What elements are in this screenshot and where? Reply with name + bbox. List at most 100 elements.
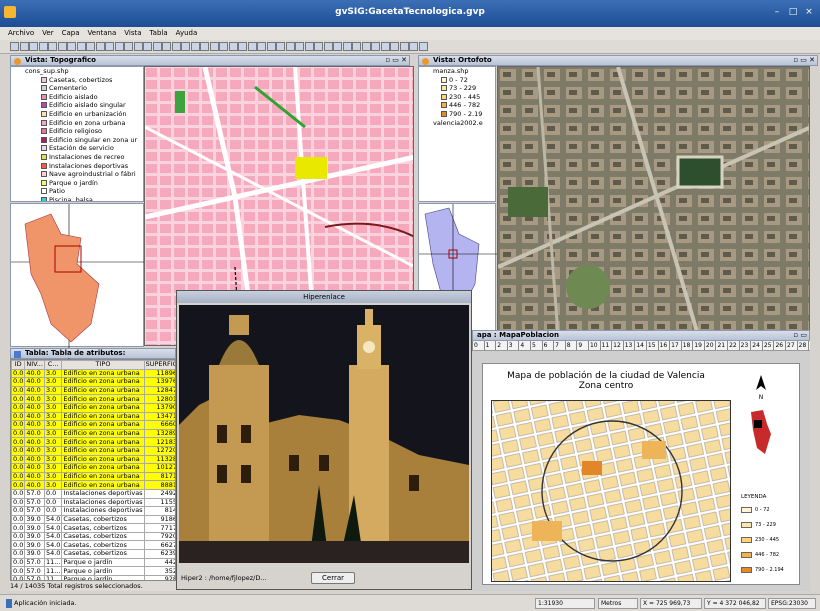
toolbar-tool-icon[interactable] — [143, 42, 152, 51]
toolbar-tool-icon[interactable] — [409, 42, 418, 51]
layer-row[interactable]: manza.shp — [419, 67, 495, 76]
table-row[interactable]: 0.040.03.0Edificio en zona urbana8171.5 — [11, 471, 175, 482]
toolbar-tool-icon[interactable] — [114, 42, 124, 51]
table-row[interactable]: 0.040.03.0Edificio en zona urbana11896.7 — [11, 368, 175, 379]
column-header[interactable]: C... — [43, 360, 63, 370]
menu-item[interactable]: Ayuda — [176, 27, 198, 40]
scale-field[interactable]: 1:31930 — [535, 598, 595, 609]
table-row[interactable]: 0.040.03.0Edificio en zona urbana13790.4 — [11, 402, 175, 413]
table-cell: Instalaciones deportivas — [61, 488, 145, 499]
table-row[interactable]: 0.039.054.0Casetas, cobertizos7920.4 — [11, 531, 175, 542]
close-icon[interactable]: × — [802, 6, 816, 19]
table-row[interactable]: 0.040.03.0Edificio en zona urbana11328.9 — [11, 454, 175, 465]
minimize-icon[interactable]: – — [770, 6, 784, 19]
toolbar-tool-icon[interactable] — [124, 42, 133, 51]
toolbar-tool-icon[interactable] — [29, 42, 38, 51]
toolbar-tool-icon[interactable] — [171, 42, 181, 51]
toolbar-tool-icon[interactable] — [228, 42, 238, 51]
column-header[interactable]: TIPO — [61, 360, 145, 370]
toolbar-tool-icon[interactable] — [333, 42, 342, 51]
toolbar-tool-icon[interactable] — [266, 42, 276, 51]
menu-item[interactable]: Tabla — [150, 27, 168, 40]
column-header[interactable]: NIV... — [24, 360, 45, 370]
toolbar-tool-icon[interactable] — [238, 42, 247, 51]
table-cell: Edificio en zona urbana — [61, 411, 145, 422]
table-row[interactable]: 0.057.011...Parque o jardín442.4 — [11, 557, 175, 568]
ruler-tick: 17 — [669, 341, 679, 350]
toolbar-tool-icon[interactable] — [219, 42, 228, 51]
table-row[interactable]: 0.040.03.0Edificio en zona urbana12847.7 — [11, 385, 175, 396]
table-row[interactable]: 0.039.054.0Casetas, cobertizos6239.4 — [11, 549, 175, 559]
toolbar-tool-icon[interactable] — [247, 42, 257, 51]
column-header[interactable]: ID — [11, 360, 26, 370]
table-row[interactable]: 0.040.03.0Edificio en zona urbana12720.4 — [11, 445, 175, 456]
table-row[interactable]: 0.040.03.0Edificio en zona urbana12183.2 — [11, 437, 175, 447]
toolbar-tool-icon[interactable] — [105, 42, 114, 51]
toolbar-tool-icon[interactable] — [380, 42, 390, 51]
toolbar-tool-icon[interactable] — [57, 42, 67, 51]
menu-item[interactable]: Vista — [124, 27, 141, 40]
toolbar-tool-icon[interactable] — [95, 42, 105, 51]
layer-row[interactable]: valencia2002.e — [419, 119, 495, 128]
table-row[interactable]: 0.040.03.0Edificio en zona urbana8881.5 — [11, 480, 175, 490]
menu-item[interactable]: Ventana — [88, 27, 117, 40]
table-row[interactable]: 0.040.03.0Edificio en zona urbana13976.7 — [11, 377, 175, 387]
toolbar-tool-icon[interactable] — [162, 42, 171, 51]
toolbar-tool-icon[interactable] — [371, 42, 380, 51]
toolbar-tool-icon[interactable] — [209, 42, 219, 51]
menu-item[interactable]: Ver — [42, 27, 53, 40]
toolbar-tool-icon[interactable] — [76, 42, 86, 51]
toolbar-tool-icon[interactable] — [181, 42, 190, 51]
table-row[interactable]: 0.039.054.0Casetas, cobertizos9186.6 — [11, 514, 175, 525]
toolbar-tool-icon[interactable] — [352, 42, 361, 51]
table-row[interactable]: 0.040.03.0Edificio en zona urbana13289.9 — [11, 428, 175, 439]
ruler-tick: 28 — [796, 341, 807, 350]
toolbar-tool-icon[interactable] — [314, 42, 323, 51]
table-row[interactable]: 0.039.054.0Casetas, cobertizos6627.5 — [11, 540, 175, 551]
toolbar-tool-icon[interactable] — [390, 42, 399, 51]
table-row[interactable]: 0.057.00.0Instalaciones deportivas814.1 — [11, 506, 175, 516]
toolbar-tool-icon[interactable] — [19, 42, 29, 51]
layer-row[interactable]: cons_sup.shp — [11, 67, 143, 76]
toolbar-tool-icon[interactable] — [200, 42, 209, 51]
table-row[interactable]: 0.040.03.0Edificio en zona urbana12801.7 — [11, 394, 175, 404]
toolbar-tool-icon[interactable] — [48, 42, 57, 51]
toolbar-tool-icon[interactable] — [152, 42, 162, 51]
toolbar-tool-icon[interactable] — [133, 42, 143, 51]
toolbar-tool-icon[interactable] — [190, 42, 200, 51]
toolbar-tool-icon[interactable] — [342, 42, 352, 51]
toolbar-tool-icon[interactable] — [10, 42, 19, 51]
table-row[interactable]: 0.040.03.0Edificio en zona urbana10127.6 — [11, 463, 175, 473]
toolbar-tool-icon[interactable] — [418, 42, 428, 51]
toolbar-tool-icon[interactable] — [38, 42, 48, 51]
column-header[interactable]: SUPERFICIE — [143, 360, 175, 370]
window-controls[interactable]: ▫ ▭ — [793, 331, 807, 340]
menu-item[interactable]: Archivo — [8, 27, 34, 40]
table-row[interactable]: 0.057.00.0Instalaciones deportivas2492.9 — [11, 488, 175, 499]
toolbar-tool-icon[interactable] — [285, 42, 295, 51]
toolbar-tool-icon[interactable] — [399, 42, 409, 51]
maximize-icon[interactable]: □ — [786, 6, 800, 19]
toolbar-tool-icon[interactable] — [295, 42, 304, 51]
table-cell: 0.0 — [11, 377, 26, 387]
toolbar-tool-icon[interactable] — [361, 42, 371, 51]
table-row[interactable]: 0.057.011...Parque o jardín352.0 — [11, 566, 175, 576]
map-layout-canvas[interactable]: Mapa de población de la ciudad de Valenc… — [472, 351, 810, 591]
window-controls[interactable]: ▫ ▭ ✕ — [385, 56, 407, 65]
close-button[interactable]: Cerrar — [311, 572, 355, 584]
table-row[interactable]: 0.057.00.0Instalaciones deportivas1155.9 — [11, 497, 175, 508]
toolbar-tool-icon[interactable] — [276, 42, 285, 51]
table-row[interactable]: 0.039.054.0Casetas, cobertizos7717.8 — [11, 523, 175, 533]
hyperlink-dialog: Hiperenlace Hiper2 : /home/fjlopez/D... … — [176, 290, 472, 590]
toolbar-tool-icon[interactable] — [86, 42, 95, 51]
map-canvas-ortofoto[interactable] — [497, 66, 810, 334]
table-row[interactable]: 0.040.03.0Edificio en zona urbana6660.1 — [11, 420, 175, 430]
toolbar-tool-icon[interactable] — [257, 42, 266, 51]
table-row[interactable]: 0.040.03.0Edificio en zona urbana13471.0 — [11, 411, 175, 422]
window-controls[interactable]: ▫ ▭ ✕ — [793, 56, 815, 65]
toolbar-tool-icon[interactable] — [304, 42, 314, 51]
toolbar-tool-icon[interactable] — [67, 42, 76, 51]
menu-item[interactable]: Capa — [62, 27, 80, 40]
units-field[interactable]: Metros — [598, 598, 638, 609]
toolbar-tool-icon[interactable] — [323, 42, 333, 51]
